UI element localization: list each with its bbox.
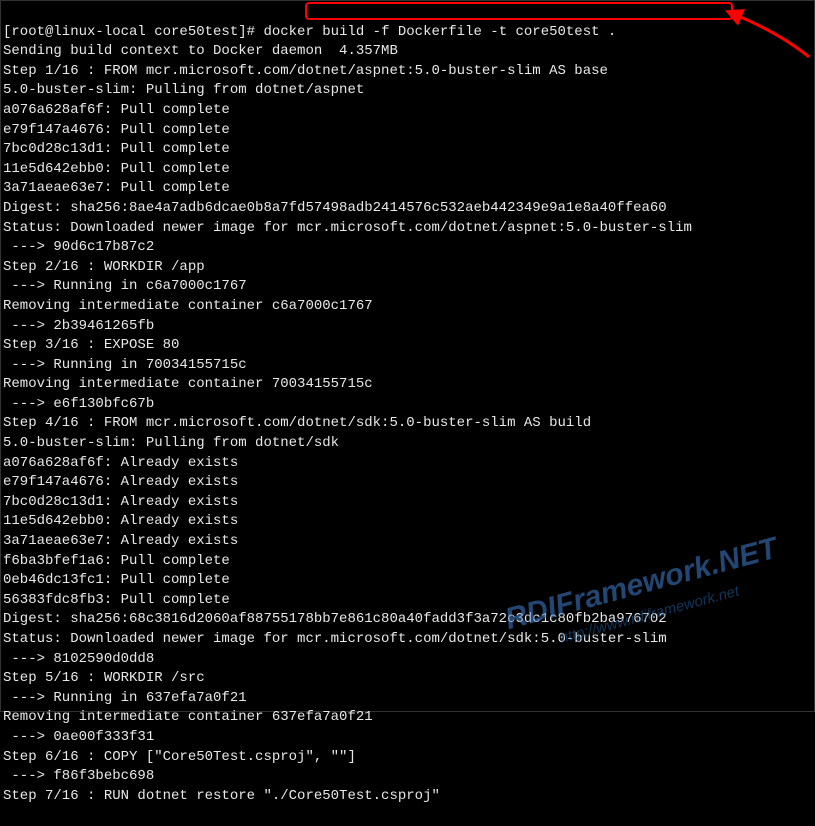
output-line: e79f147a4676: Already exists (3, 473, 812, 493)
output-line: Removing intermediate container 637efa7a… (3, 708, 812, 728)
output-line: f6ba3bfef1a6: Pull complete (3, 552, 812, 572)
output-line: Removing intermediate container 70034155… (3, 375, 812, 395)
output-line: Step 7/16 : RUN dotnet restore "./Core50… (3, 787, 812, 807)
output-line: Step 4/16 : FROM mcr.microsoft.com/dotne… (3, 414, 812, 434)
output-line: Step 1/16 : FROM mcr.microsoft.com/dotne… (3, 62, 812, 82)
output-line: Digest: sha256:68c3816d2060af88755178bb7… (3, 610, 812, 630)
output-line: 7bc0d28c13d1: Already exists (3, 493, 812, 513)
output-line: ---> 0ae00f333f31 (3, 728, 812, 748)
output-line: 56383fdc8fb3: Pull complete (3, 591, 812, 611)
output-line: 11e5d642ebb0: Pull complete (3, 160, 812, 180)
output-line: Status: Downloaded newer image for mcr.m… (3, 219, 812, 239)
output-line: ---> 90d6c17b87c2 (3, 238, 812, 258)
output-line: ---> Running in c6a7000c1767 (3, 277, 812, 297)
output-line: 11e5d642ebb0: Already exists (3, 512, 812, 532)
shell-prompt: [root@linux-local core50test]# (3, 24, 263, 40)
output-line: Step 2/16 : WORKDIR /app (3, 258, 812, 278)
output-line: Digest: sha256:8ae4a7adb6dcae0b8a7fd5749… (3, 199, 812, 219)
output-line: ---> 8102590d0dd8 (3, 650, 812, 670)
output-line: ---> e6f130bfc67b (3, 395, 812, 415)
typed-command[interactable]: docker build -f Dockerfile -t core50test… (263, 24, 616, 40)
output-line: Sending build context to Docker daemon 4… (3, 42, 812, 62)
output-line: 5.0-buster-slim: Pulling from dotnet/asp… (3, 81, 812, 101)
output-line: 3a71aeae63e7: Already exists (3, 532, 812, 552)
output-line: ---> Running in 637efa7a0f21 (3, 689, 812, 709)
output-line: ---> Running in 70034155715c (3, 356, 812, 376)
output-line: Step 5/16 : WORKDIR /src (3, 669, 812, 689)
output-line: 5.0-buster-slim: Pulling from dotnet/sdk (3, 434, 812, 454)
output-line: Removing intermediate container c6a7000c… (3, 297, 812, 317)
terminal-output: [root@linux-local core50test]# docker bu… (3, 3, 812, 826)
output-line: a076a628af6f: Pull complete (3, 101, 812, 121)
output-line: 0eb46dc13fc1: Pull complete (3, 571, 812, 591)
output-line: ---> 2b39461265fb (3, 317, 812, 337)
output-line: a076a628af6f: Already exists (3, 454, 812, 474)
output-line: 3a71aeae63e7: Pull complete (3, 179, 812, 199)
output-line: Step 3/16 : EXPOSE 80 (3, 336, 812, 356)
output-line: 7bc0d28c13d1: Pull complete (3, 140, 812, 160)
output-line: Status: Downloaded newer image for mcr.m… (3, 630, 812, 650)
command-line: [root@linux-local core50test]# docker bu… (3, 23, 812, 43)
output-line: e79f147a4676: Pull complete (3, 121, 812, 141)
output-line: Step 6/16 : COPY ["Core50Test.csproj", "… (3, 748, 812, 768)
output-line: ---> f86f3bebc698 (3, 767, 812, 787)
